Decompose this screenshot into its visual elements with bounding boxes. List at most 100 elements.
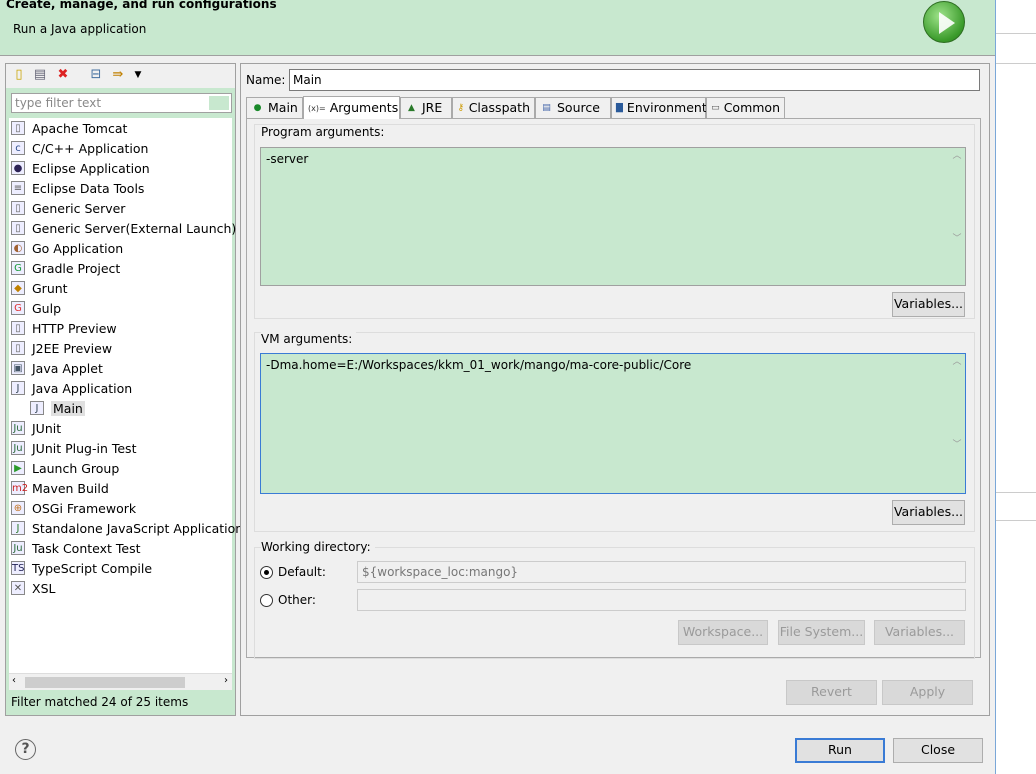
vm-args-textarea[interactable]: -Dma.home=E:/Workspaces/kkm_01_work/mang… [260,353,966,494]
tab-arguments[interactable]: (x)= Arguments [303,96,400,119]
tree-item-label: HTTP Preview [32,320,117,336]
js-icon: J [11,521,25,535]
tab-label: Source [557,100,600,115]
ts-icon: TS [11,561,25,575]
tree-item-label: Gradle Project [32,260,121,276]
horizontal-scrollbar[interactable]: ‹ › [9,673,232,690]
java-app-icon: J [30,401,44,415]
tree-item[interactable]: m2 Maven Build [11,478,109,498]
junit-icon: Ju [11,541,25,555]
tab-bar: ● Main (x)= Arguments ▲ JRE ⚷ Classpath ▤ Source ▇… [246,96,981,119]
program-args-value: -server [266,152,309,166]
tree-item[interactable]: ▯ Generic Server(External Launch) [11,218,236,238]
junit-icon: Ju [11,421,25,435]
delete-icon[interactable]: ✖ [55,67,71,83]
scrollbar-thumb[interactable] [25,677,185,688]
vm-args-value: -Dma.home=E:/Workspaces/kkm_01_work/mang… [266,358,692,372]
apply-button[interactable]: Apply [882,680,973,705]
jre-icon: ▲ [408,102,415,113]
filter-icon[interactable]: ⇛ [110,67,126,83]
revert-button[interactable]: Revert [786,680,877,705]
gopher-icon: ◐ [11,241,25,255]
file-system-button[interactable]: File System... [778,620,865,645]
duplicate-icon[interactable]: ▤ [32,67,48,83]
tree-item-label: C/C++ Application [32,140,149,156]
main-tab-icon: ● [253,102,262,113]
tree-item[interactable]: ▯ HTTP Preview [11,318,117,338]
arguments-icon: (x)= [308,103,326,113]
tree-item-label: JUnit [32,420,62,436]
help-icon[interactable]: ? [15,739,36,760]
tree-item[interactable]: G Gradle Project [11,258,120,278]
other-directory-field [357,589,966,611]
tree-item[interactable]: ✕ XSL [11,578,55,598]
tab-label: Common [723,100,780,115]
filter-input[interactable]: type filter text [11,93,232,113]
tab-label: Arguments [329,100,399,115]
run-button[interactable]: Run [795,738,885,763]
tab-main[interactable]: ● Main [246,97,303,118]
classpath-icon: ⚷ [457,102,465,113]
vertical-scrollbar[interactable]: ︿ ﹀ [949,148,965,285]
tree-item[interactable]: c C/C++ Application [11,138,148,158]
tree-item[interactable]: TS TypeScript Compile [11,558,152,578]
tree-item[interactable]: ● Eclipse Application [11,158,150,178]
default-radio[interactable] [260,566,273,579]
tree-item-label: JUnit Plug-in Test [32,440,137,456]
chevron-down-icon[interactable]: ▼ [130,67,146,83]
new-config-icon[interactable]: ▯ [11,67,27,83]
source-icon: ▤ [542,102,551,113]
tree-item[interactable]: ◐ Go Application [11,238,123,258]
launch-group-icon: ▶ [11,461,25,475]
tree-item[interactable]: J Standalone JavaScript Application [11,518,243,538]
tree-item[interactable]: Ju JUnit Plug-in Test [11,438,136,458]
other-radio[interactable] [260,594,273,607]
tree-item-label: Maven Build [32,480,109,496]
vertical-scrollbar[interactable]: ︿ ﹀ [949,354,965,493]
junit-icon: Ju [11,441,25,455]
clear-filter-icon[interactable] [209,96,229,110]
tree-item-label: Task Context Test [32,540,141,556]
header-subtitle: Run a Java application [13,22,147,36]
tab-source[interactable]: ▤ Source [535,97,611,118]
tree-item-label: Generic Server [32,200,126,216]
close-button[interactable]: Close [893,738,983,763]
tab-common[interactable]: ▭ Common [706,97,785,118]
config-editor: Name: Main ● Main (x)= Arguments ▲ JRE ⚷ Classp… [240,63,990,716]
workdir-variables-button[interactable]: Variables... [874,620,965,645]
vm-variables-button[interactable]: Variables... [892,500,965,525]
tree-item[interactable]: ▶ Launch Group [11,458,119,478]
workspace-button[interactable]: Workspace... [678,620,768,645]
tree-item[interactable]: ▯ J2EE Preview [11,338,112,358]
program-variables-button[interactable]: Variables... [892,292,965,317]
tree-item-label: Go Application [32,240,124,256]
tree-item[interactable]: ▯ Apache Tomcat [11,118,127,138]
name-input[interactable]: Main [289,69,980,91]
tree-item[interactable]: G Gulp [11,298,61,318]
environment-icon: ▇ [616,102,623,113]
tab-classpath[interactable]: ⚷ Classpath [452,97,535,118]
collapse-all-icon[interactable]: ⊟ [88,67,104,83]
list-toolbar: ▯ ▤ ✖ ⊟ ⇛ ▼ [6,64,235,88]
tree-item[interactable]: ◆ Grunt [11,278,68,298]
server-icon: ▯ [11,221,25,235]
java-app-icon: J [11,381,25,395]
c-icon: c [11,141,25,155]
tab-jre[interactable]: ▲ JRE [400,97,452,118]
program-args-textarea[interactable]: -server ︿ ﹀ [260,147,966,286]
tab-environment[interactable]: ▇ Environment [611,97,707,118]
vm-args-label: VM arguments: [261,332,357,346]
tree-item-label: TypeScript Compile [32,560,153,576]
applet-icon: ▣ [11,361,25,375]
tree-item[interactable]: ▣ Java Applet [11,358,103,378]
tree-item[interactable]: Ju JUnit [11,418,61,438]
config-list-panel: ▯ ▤ ✖ ⊟ ⇛ ▼ type filter text ▯ Apache Tom… [5,63,243,716]
tree-item[interactable]: ▯ Generic Server [11,198,125,218]
tree-item[interactable]: J Main [30,398,85,418]
server-icon: ▯ [11,121,25,135]
tree-item[interactable]: ≡ Eclipse Data Tools [11,178,144,198]
tree-item[interactable]: ⊕ OSGi Framework [11,498,136,518]
tree-item[interactable]: J Java Application [11,378,132,398]
tree-item[interactable]: Ju Task Context Test [11,538,141,558]
header-title: Create, manage, and run configurations [6,0,277,11]
